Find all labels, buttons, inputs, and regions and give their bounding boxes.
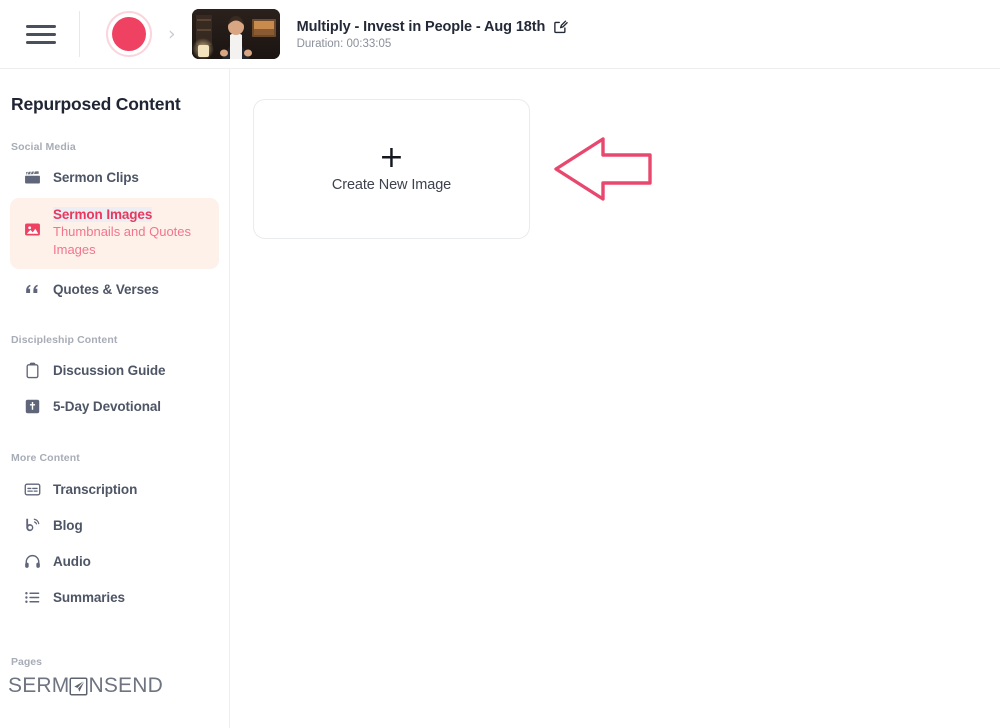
sidebar: Repurposed Content Social Media Sermon C… (0, 69, 230, 728)
left-pointing-arrow-annotation (554, 137, 652, 201)
create-new-image-label: Create New Image (331, 177, 452, 193)
sidebar-section-label-social-media: Social Media (11, 141, 76, 153)
logo-text-before: SERM (8, 674, 70, 697)
sidebar-item-label: Discussion Guide (53, 363, 166, 379)
sidebar-item-label: Transcription (53, 482, 138, 498)
bible-book-icon (24, 398, 41, 415)
blog-rss-icon (24, 517, 41, 534)
video-duration: Duration: 00:33:05 (296, 37, 392, 50)
sidebar-item-text: Sermon Images Thumbnails and Quotes Imag… (53, 207, 203, 258)
sidebar-item-label: Summaries (53, 590, 125, 606)
app-header: › Multiply - Invest in People - Aug 18th… (0, 0, 1000, 69)
edit-pencil-icon[interactable] (553, 19, 568, 34)
main-content: + Create New Image (230, 69, 1000, 728)
sidebar-item-label: Audio (53, 554, 91, 570)
sidebar-item-audio[interactable]: Audio (10, 547, 219, 576)
sidebar-item-discussion-guide[interactable]: Discussion Guide (10, 356, 219, 385)
sidebar-item-sermon-images[interactable]: Sermon Images Thumbnails and Quotes Imag… (10, 198, 219, 270)
headphones-icon (24, 553, 41, 570)
sidebar-item-label: Blog (53, 518, 83, 534)
list-icon (24, 589, 41, 606)
sidebar-item-5-day-devotional[interactable]: 5-Day Devotional (10, 392, 219, 421)
video-thumbnail[interactable] (191, 9, 280, 59)
clapperboard-icon (24, 169, 41, 186)
sidebar-section-label-more-content: More Content (11, 452, 80, 465)
image-icon (24, 221, 41, 238)
video-info: Multiply - Invest in People - Aug 18th D… (297, 19, 569, 50)
sidebar-item-label: Sermon Images (53, 207, 153, 222)
avatar-dot (112, 17, 146, 51)
chevron-right-icon: › (168, 22, 176, 45)
clipboard-icon (24, 362, 41, 379)
hamburger-bar (26, 40, 56, 44)
captions-icon (24, 481, 41, 498)
plus-icon: + (378, 140, 405, 175)
logo-text-after: NSEND (88, 674, 163, 697)
video-title-row: Multiply - Invest in People - Aug 18th (297, 19, 569, 35)
sidebar-item-sublabel: Thumbnails and Quotes Images (53, 224, 192, 257)
sidebar-item-transcription[interactable]: Transcription (10, 475, 219, 504)
header-divider (79, 11, 80, 57)
sidebar-section-label-pages: Pages (11, 656, 42, 668)
sidebar-item-summaries[interactable]: Summaries (10, 583, 219, 612)
sidebar-item-sermon-clips[interactable]: Sermon Clips (10, 163, 219, 192)
hamburger-bar (26, 32, 56, 36)
sidebar-title: Repurposed Content (11, 94, 181, 114)
page-title: Multiply - Invest in People - Aug 18th (296, 18, 546, 35)
create-new-image-card[interactable]: + Create New Image (253, 99, 530, 239)
sidebar-item-blog[interactable]: Blog (10, 511, 219, 540)
hamburger-bar (26, 24, 56, 28)
sermonsend-logo[interactable]: SERM NSEND (8, 674, 163, 698)
sidebar-item-label: Quotes & Verses (53, 282, 159, 298)
avatar[interactable] (106, 11, 152, 57)
sidebar-item-quotes-verses[interactable]: Quotes & Verses (10, 275, 219, 304)
sidebar-section-label-discipleship-content: Discipleship Content (11, 334, 118, 347)
quote-icon (24, 281, 41, 298)
hamburger-menu-icon[interactable] (26, 19, 56, 49)
paper-plane-logo-mark (70, 677, 88, 695)
sidebar-item-label: Sermon Clips (53, 170, 139, 185)
sidebar-item-label: 5-Day Devotional (53, 399, 161, 415)
